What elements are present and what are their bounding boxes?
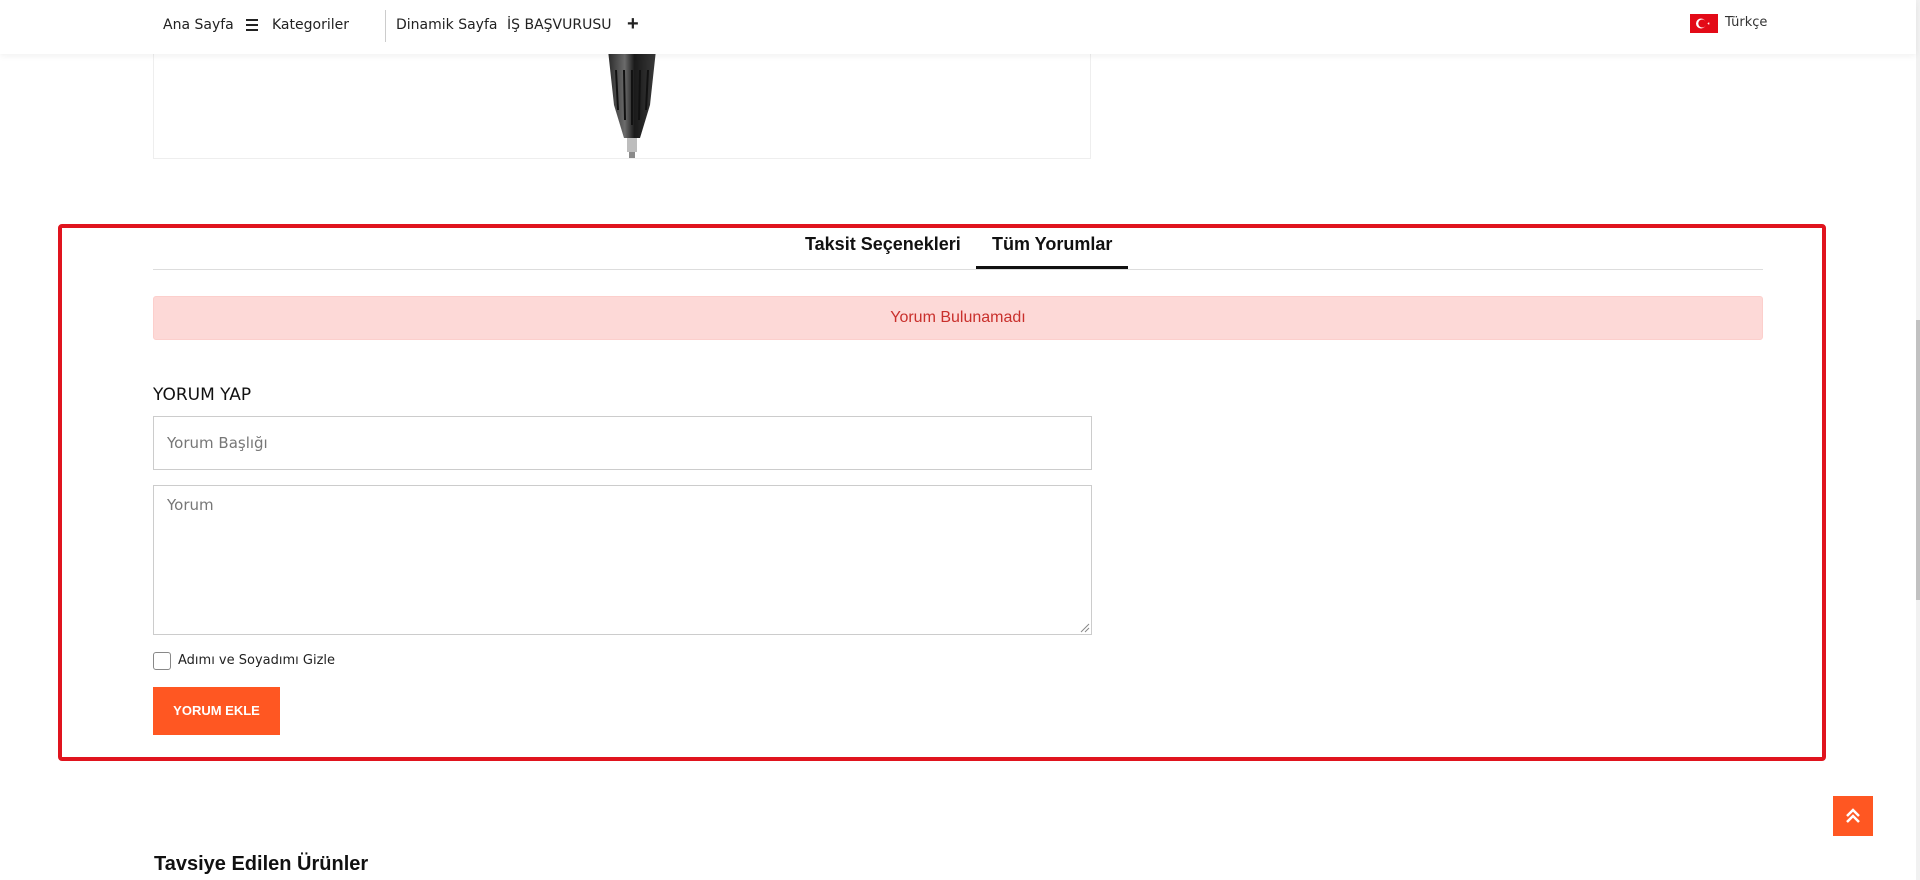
top-navigation: Ana Sayfa Kategoriler Dinamik Sayfa İŞ B… xyxy=(0,0,1916,54)
language-selector[interactable]: Türkçe xyxy=(1725,15,1767,30)
hamburger-menu-icon[interactable] xyxy=(246,19,258,31)
nav-home-link[interactable]: Ana Sayfa xyxy=(163,17,234,33)
add-review-button[interactable]: YORUM EKLE xyxy=(153,687,280,735)
tab-installment-options[interactable]: Taksit Seçenekleri xyxy=(805,234,961,255)
recommended-products-title: Tavsiye Edilen Ürünler xyxy=(154,853,369,875)
pen-product-image xyxy=(608,50,656,158)
turkey-flag-icon[interactable] xyxy=(1690,14,1718,33)
resize-grip-icon[interactable] xyxy=(1080,623,1090,633)
no-reviews-alert: Yorum Bulunamadı xyxy=(153,296,1763,340)
review-form-title: YORUM YAP xyxy=(153,385,252,405)
nav-job-application-link[interactable]: İŞ BAŞVURUSU xyxy=(507,17,611,33)
review-comment-textarea[interactable] xyxy=(153,485,1092,635)
back-to-top-button[interactable] xyxy=(1833,796,1873,836)
plus-icon[interactable]: + xyxy=(627,13,639,36)
tabs-divider xyxy=(153,269,1763,270)
review-title-input[interactable] xyxy=(153,416,1092,470)
page-scrollbar-thumb[interactable] xyxy=(1916,320,1920,600)
hide-name-label: Adımı ve Soyadımı Gizle xyxy=(178,653,336,668)
nav-divider xyxy=(385,10,386,42)
tab-all-reviews[interactable]: Tüm Yorumlar xyxy=(992,234,1112,255)
nav-categories-link[interactable]: Kategoriler xyxy=(272,17,349,33)
nav-dynamic-page-link[interactable]: Dinamik Sayfa xyxy=(396,17,497,33)
double-chevron-up-icon xyxy=(1846,808,1860,823)
hide-name-checkbox[interactable] xyxy=(153,652,171,670)
